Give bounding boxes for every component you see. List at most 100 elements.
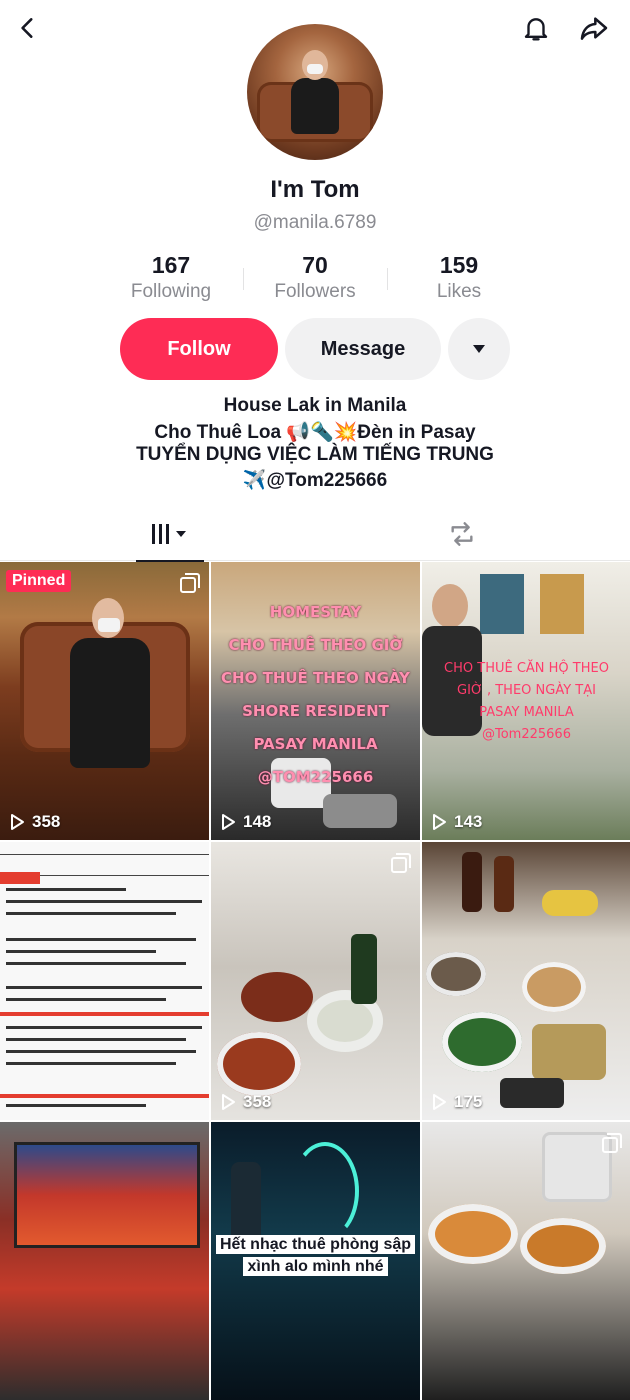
play-icon: [433, 1094, 446, 1110]
caret-down-icon: [473, 345, 485, 353]
doc-line: [6, 888, 126, 891]
video-tile[interactable]: [0, 842, 209, 1120]
bio-line: TUYỂN DỤNG VIỆC LÀM TIẾNG TRUNG: [136, 444, 494, 465]
overlay-line: SHORE RESIDENT: [242, 702, 389, 720]
pinned-badge: Pinned: [6, 570, 72, 592]
multi-photo-icon: [179, 572, 201, 599]
video-tile[interactable]: Pinned 358: [0, 562, 209, 840]
view-count-value: 148: [243, 812, 272, 831]
play-icon: [222, 1094, 235, 1110]
bell-icon: [524, 18, 548, 41]
view-count: 358: [219, 1092, 271, 1112]
person-body: [70, 638, 150, 768]
grid-icon: [152, 524, 186, 544]
tab-reposts[interactable]: [430, 508, 494, 560]
doc-line: [6, 900, 202, 903]
bananas: [542, 890, 598, 916]
soup-bowl: [520, 1218, 606, 1274]
tab-videos[interactable]: [136, 508, 204, 562]
doc-line: [6, 986, 202, 989]
stat-divider: [243, 268, 244, 290]
stat-likes[interactable]: 159 Likes: [389, 252, 529, 303]
doc-line: [6, 938, 196, 941]
profile-name: I'm Tom: [270, 176, 360, 203]
followers-count: 70: [302, 252, 328, 278]
profile-handle: @manila.6789: [253, 212, 377, 233]
caption-line: xình alo mình nhé: [243, 1257, 388, 1276]
neon-light: [291, 1142, 359, 1240]
video-tile[interactable]: 175: [422, 842, 630, 1120]
doc-line: [6, 998, 166, 1001]
overlay-line: CHO THUÊ CĂN HỘ THEO: [444, 661, 609, 676]
multi-photo-icon: [390, 852, 412, 879]
multi-photo-icon: [601, 1132, 623, 1159]
overlay-line: CHO THUÊ THEO GIỜ: [228, 636, 403, 654]
share-button[interactable]: [574, 8, 614, 48]
video-tile[interactable]: Hết nhạc thuê phòng sập xình alo mình nh…: [211, 1122, 420, 1400]
view-count-value: 143: [454, 812, 483, 831]
stat-followers[interactable]: 70 Followers: [245, 252, 385, 303]
wall-painting: [480, 574, 524, 634]
chevron-left-icon: [21, 18, 33, 38]
play-icon: [433, 814, 446, 830]
view-count: 358: [8, 812, 60, 832]
caption-line: Hết nhạc thuê phòng sập: [215, 1235, 416, 1254]
person-silhouette: [231, 1162, 261, 1242]
doc-highlight: [0, 1094, 209, 1098]
video-tile[interactable]: CHO THUÊ CĂN HỘ THEO GIỜ , THEO NGÀY TẠI…: [422, 562, 630, 840]
view-count: 143: [430, 812, 482, 832]
soup-bowl: [428, 1204, 518, 1264]
doc-line: [6, 912, 176, 915]
stat-divider: [387, 268, 388, 290]
more-options-button[interactable]: [448, 318, 510, 380]
back-button[interactable]: [8, 8, 48, 48]
overlay-line: PASAY MANILA: [253, 735, 378, 753]
video-tile[interactable]: [422, 1122, 630, 1400]
bio-link[interactable]: ✈️@Tom225666: [0, 468, 630, 492]
overlay-line: GIỜ , THEO NGÀY TẠI: [457, 683, 596, 698]
overlay-line: @TOM225666: [257, 768, 374, 786]
caption: Hết nhạc thuê phòng sập xình alo mình nh…: [215, 1234, 416, 1278]
following-count: 167: [151, 252, 191, 278]
overlay-line: PASAY MANILA: [479, 705, 574, 720]
doc-line: [6, 1062, 176, 1065]
bottle: [494, 856, 514, 912]
doc-line: [6, 1026, 202, 1029]
repost-icon: [451, 522, 473, 546]
followers-label: Followers: [274, 281, 356, 302]
video-tile[interactable]: 358: [211, 842, 420, 1120]
message-button[interactable]: Message: [285, 318, 441, 380]
dish: [217, 1032, 301, 1096]
person-head: [432, 584, 468, 628]
dish: [241, 972, 313, 1022]
likes-count: 159: [439, 252, 479, 278]
mask: [98, 618, 120, 632]
share-icon: [580, 17, 608, 40]
doc-line: [6, 1050, 196, 1053]
doc-line: [6, 950, 156, 953]
video-tile[interactable]: [0, 1122, 209, 1400]
view-count: 148: [219, 812, 271, 832]
doc-highlight: [0, 872, 40, 884]
tv-screen: [14, 1142, 200, 1248]
avatar[interactable]: [247, 24, 383, 160]
view-count-value: 358: [32, 812, 61, 831]
bio-line: Cho Thuê Loa 📢🔦💥Đèn in Pasay: [154, 422, 476, 443]
rice-cake: [532, 1024, 606, 1080]
overlay-line: CHO THUÊ THEO NGÀY: [221, 669, 410, 687]
stat-following[interactable]: 167 Following: [101, 252, 241, 303]
pot: [323, 794, 397, 828]
following-label: Following: [130, 281, 212, 302]
likes-label: Likes: [436, 281, 482, 302]
notifications-button[interactable]: [516, 8, 556, 48]
doc-line: [6, 962, 186, 965]
follow-button[interactable]: Follow: [120, 318, 278, 380]
overlay-line: HOMESTAY: [269, 603, 362, 621]
video-tile[interactable]: HOMESTAY CHO THUÊ THEO GIỜ CHO THUÊ THEO…: [211, 562, 420, 840]
doc-line: [6, 1038, 186, 1041]
view-count: 175: [430, 1092, 482, 1112]
play-icon: [222, 814, 235, 830]
doc-line: [6, 1104, 146, 1107]
view-count-value: 175: [454, 1092, 483, 1111]
dish: [522, 962, 586, 1012]
